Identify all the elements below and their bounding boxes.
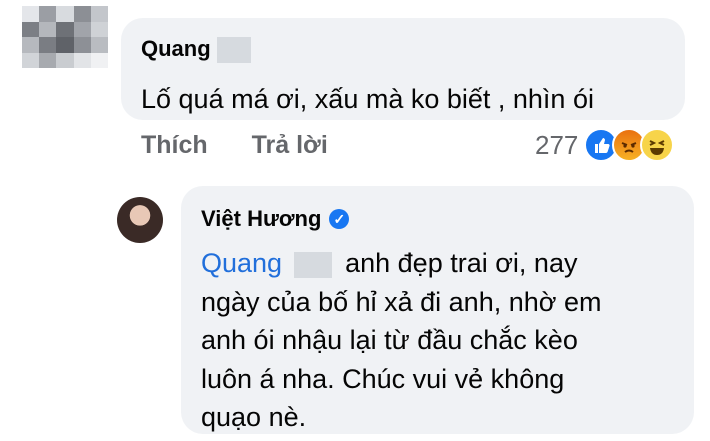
redacted-mention [293, 251, 332, 278]
reaction-count: 277 [535, 129, 579, 160]
reply-text: Quang anh đẹp trai ơi, nay ngày của bố h… [201, 248, 602, 432]
reply-avatar[interactable] [117, 197, 163, 243]
comment-text: Lố quá má ơi, xấu mà ko biết , nhìn ói [141, 84, 594, 114]
reply-bubble: Việt Hương ✓ Quang anh đẹp trai ơi, nay n… [181, 186, 694, 434]
like-button[interactable]: Thích [141, 131, 208, 159]
reply-author[interactable]: Việt Hương ✓ [201, 206, 350, 232]
reaction-summary[interactable]: 277 [535, 125, 675, 165]
comment-author[interactable]: Quang [141, 36, 251, 64]
haha-icon [640, 128, 675, 162]
comment-bubble: Quang Lố quá má ơi, xấu mà ko biết , nhì… [121, 18, 685, 120]
redacted-surname [216, 37, 251, 64]
blurred-avatar[interactable] [22, 6, 108, 68]
mention-link[interactable]: Quang [201, 248, 282, 278]
verified-badge-icon: ✓ [329, 209, 350, 229]
reply-button[interactable]: Trả lời [252, 131, 328, 159]
comment-actions: Thích Trả lời [141, 131, 365, 160]
